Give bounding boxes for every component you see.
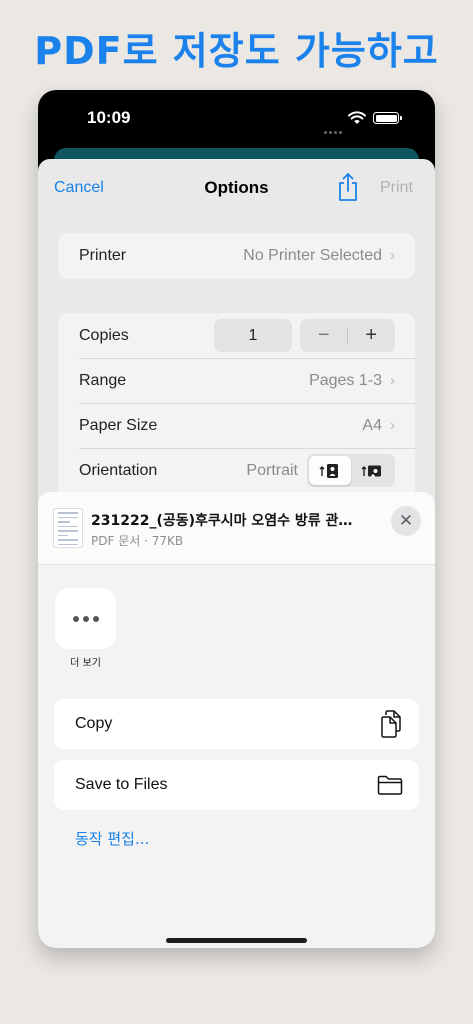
file-meta: PDF 문서 · 77KB <box>91 534 184 548</box>
orientation-value: Portrait <box>246 461 298 479</box>
share-icon[interactable] <box>337 172 359 202</box>
copy-label: Copy <box>75 715 113 732</box>
status-time: 10:09 <box>87 108 131 127</box>
increment-button[interactable]: + <box>348 324 396 347</box>
share-sheet: 231222_(공동)후쿠시마 오염수 방류 관… PDF 문서 · 77KB … <box>38 492 435 948</box>
more-label: 더 보기 <box>70 658 101 669</box>
chevron-right-icon: › <box>390 247 395 264</box>
battery-icon <box>373 112 402 124</box>
range-label: Range <box>79 371 127 389</box>
status-bar: 10:09 <box>38 90 435 150</box>
cancel-button[interactable]: Cancel <box>54 179 104 197</box>
document-thumbnail <box>53 508 83 548</box>
orientation-row: Orientation Portrait <box>58 448 415 493</box>
printer-label: Printer <box>79 246 127 264</box>
ellipsis-icon <box>72 615 79 622</box>
paper-size-label: Paper Size <box>79 416 158 434</box>
wifi-icon <box>348 111 366 124</box>
orientation-segmented-control <box>307 454 395 487</box>
file-name: 231222_(공동)후쿠시마 오염수 방류 관… <box>91 513 353 529</box>
range-value: Pages 1-3 <box>309 371 382 389</box>
folder-icon <box>377 775 403 795</box>
decrement-button[interactable]: − <box>300 324 348 347</box>
portrait-icon <box>319 463 338 478</box>
headline: PDF로 저장도 가능하고 <box>34 29 439 73</box>
chevron-right-icon: › <box>390 372 395 389</box>
save-to-files-action[interactable]: Save to Files <box>54 760 419 810</box>
close-button[interactable]: ✕ <box>391 506 421 536</box>
copy-icon <box>381 710 401 738</box>
range-row[interactable]: Range Pages 1-3 › <box>58 358 415 403</box>
save-to-files-label: Save to Files <box>75 776 168 793</box>
printer-value: No Printer Selected <box>243 246 382 264</box>
copies-row: Copies 1 − + <box>58 313 415 358</box>
home-indicator <box>166 938 307 943</box>
print-settings-group: Copies 1 − + Range Pages 1-3 › Paper Siz… <box>58 313 415 513</box>
paper-size-value: A4 <box>362 416 382 434</box>
landscape-icon <box>361 465 381 476</box>
chevron-right-icon: › <box>390 417 395 434</box>
print-button[interactable]: Print <box>380 179 413 197</box>
copies-stepper: − + <box>300 319 395 352</box>
copy-action[interactable]: Copy <box>54 699 419 749</box>
landscape-option[interactable] <box>351 456 393 485</box>
more-button[interactable] <box>55 588 116 649</box>
copies-label: Copies <box>79 326 129 344</box>
copies-field[interactable]: 1 <box>214 319 292 352</box>
portrait-option[interactable] <box>309 456 351 485</box>
orientation-label: Orientation <box>79 461 158 479</box>
phone-frame: 10:09 Cancel Options Print Printer No Pr… <box>38 90 435 948</box>
signal-dots-icon <box>324 119 344 138</box>
printer-row[interactable]: Printer No Printer Selected › <box>58 233 415 278</box>
edit-actions-link[interactable]: 동작 편집... <box>75 828 149 849</box>
paper-size-row[interactable]: Paper Size A4 › <box>58 403 415 448</box>
share-header: 231222_(공동)후쿠시마 오염수 방류 관… PDF 문서 · 77KB … <box>38 492 435 565</box>
printer-group: Printer No Printer Selected › <box>58 233 415 279</box>
